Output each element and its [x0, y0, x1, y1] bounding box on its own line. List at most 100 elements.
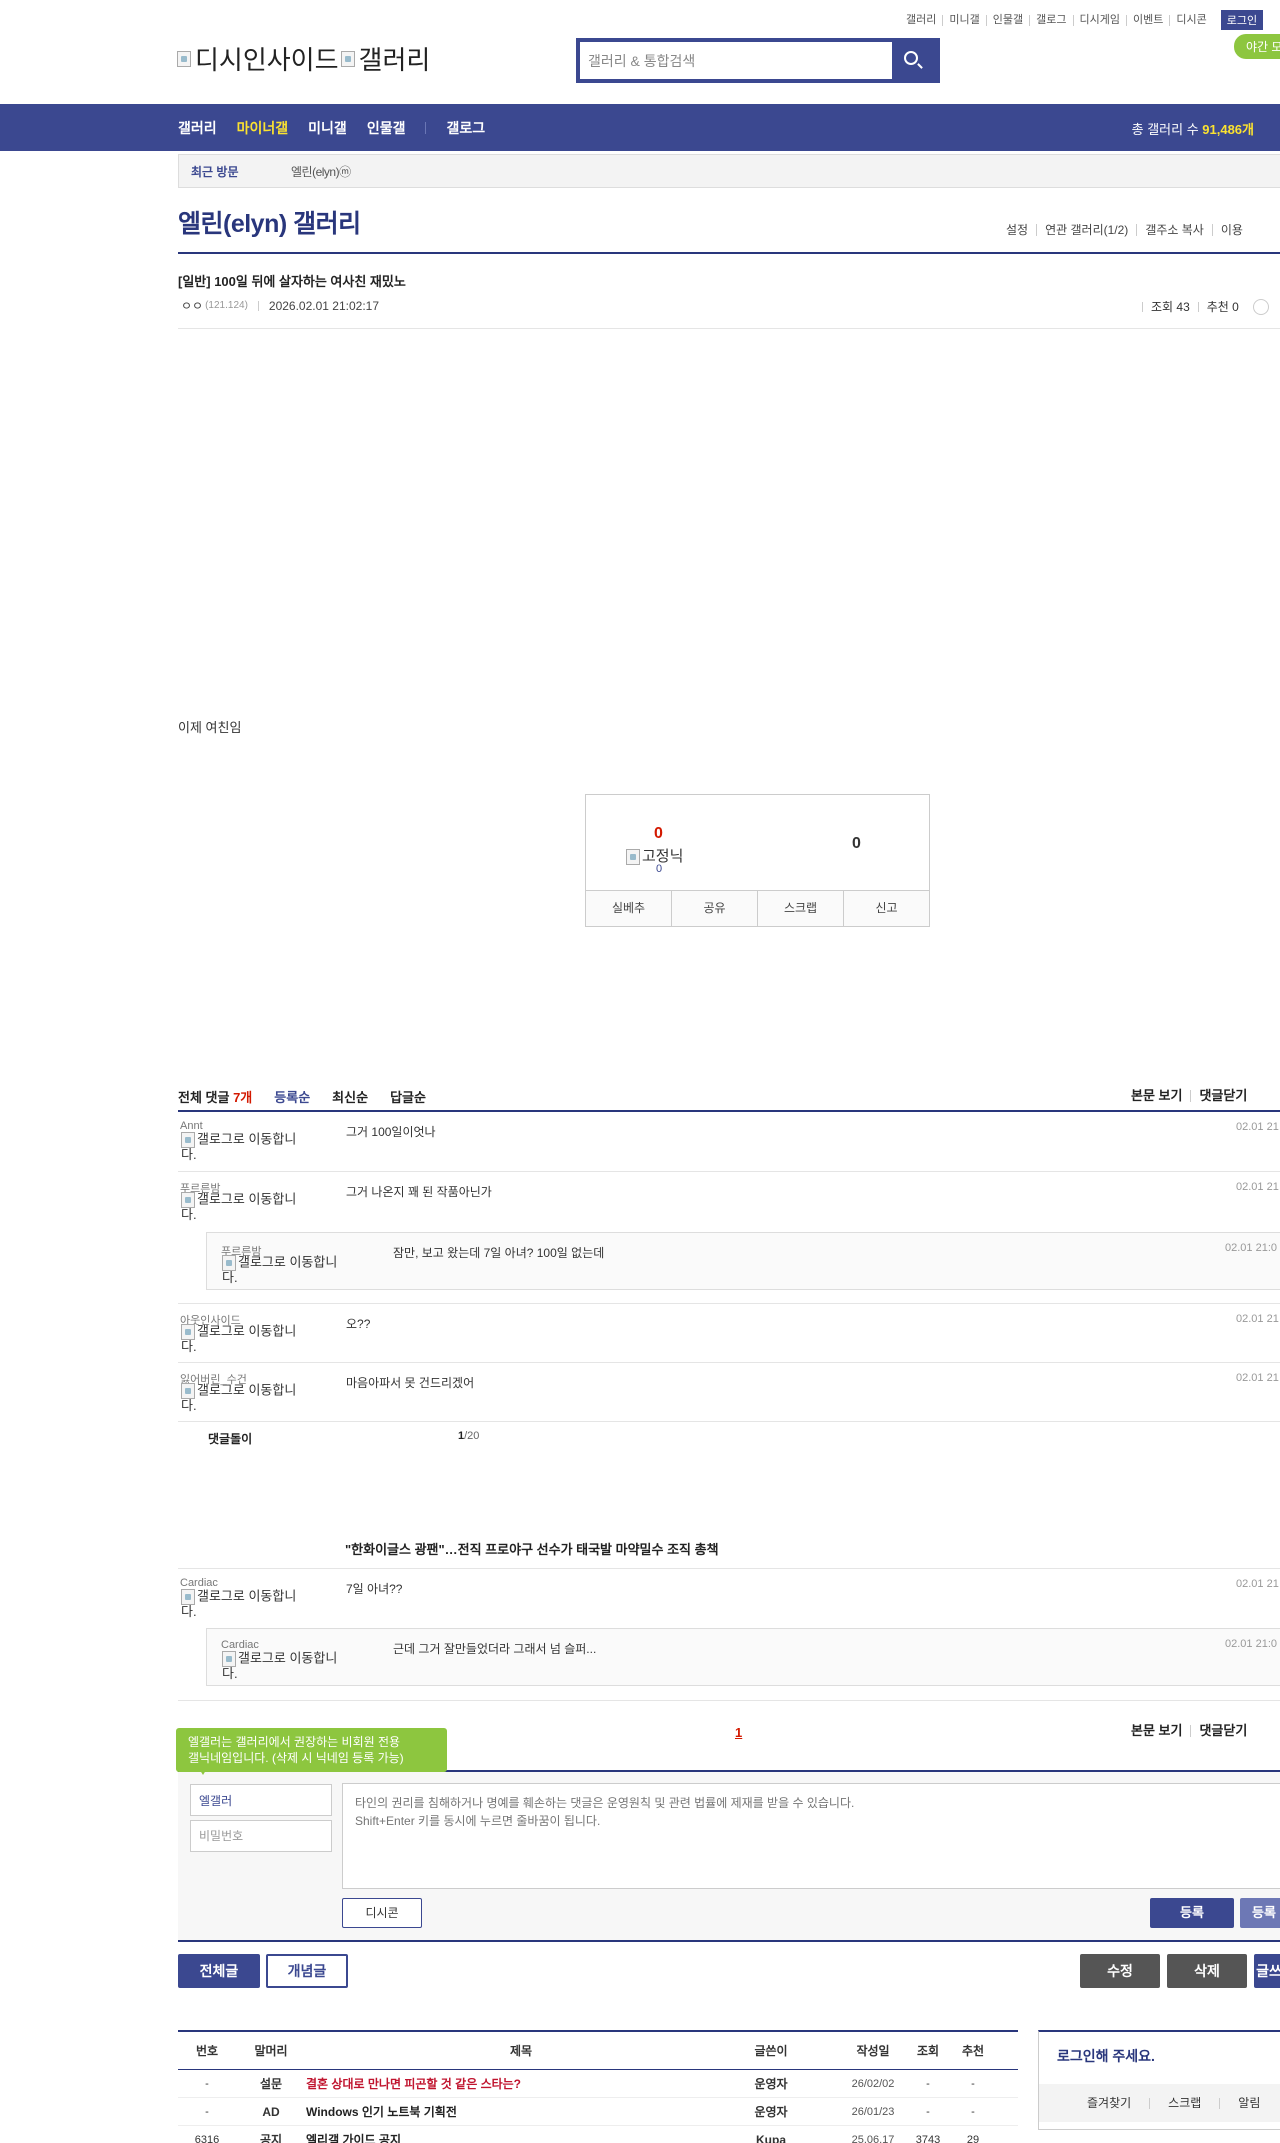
search-box: [576, 38, 940, 83]
nav-minor-gallery[interactable]: 마이너갤: [237, 118, 289, 138]
sort-latest[interactable]: 최신순: [332, 1087, 368, 1106]
usage-link[interactable]: 이용: [1211, 224, 1251, 236]
gallery-title-divider: [178, 252, 1280, 254]
top-link-dccon[interactable]: 디시콘: [1169, 14, 1212, 26]
comment-text: 그거 나온지 꽤 된 작품아닌가: [346, 1185, 492, 1199]
header-recommend: 추천: [961, 2044, 985, 2058]
site-logo[interactable]: 디시인사이드 갤러리: [177, 40, 430, 77]
concept-posts-button[interactable]: 개념글: [266, 1954, 348, 1988]
post-author[interactable]: ㅇㅇ: [181, 297, 203, 314]
dccon-button[interactable]: 디시콘: [342, 1898, 422, 1928]
register-with-image-button[interactable]: 등록: [1240, 1898, 1280, 1928]
comment-write-area: 디시콘 등록 등록: [178, 1772, 1280, 1942]
row-writer[interactable]: Kupa: [736, 2126, 806, 2143]
view-post-link[interactable]: 본문 보기: [1123, 1089, 1190, 1102]
top-link-dcgame[interactable]: 디시게임: [1072, 14, 1126, 26]
password-field[interactable]: [190, 1820, 332, 1852]
comment-nick[interactable]: Annt: [180, 1120, 203, 1132]
broken-image-icon: [222, 1651, 236, 1667]
delete-button[interactable]: 삭제: [1167, 1954, 1247, 1988]
row-title[interactable]: 결혼 상대로 만나면 피곤할 것 같은 스타는?: [306, 2070, 736, 2097]
post-body: 이제 여친임: [178, 720, 242, 735]
comment-page-current[interactable]: 1: [735, 1725, 742, 1740]
row-views: -: [926, 2077, 930, 2090]
recent-visit-item[interactable]: 엘린(elyn)ⓜ: [291, 163, 351, 180]
close-comments-link[interactable]: 댓글닫기: [1190, 1089, 1255, 1102]
row-writer[interactable]: 운영자: [736, 2070, 806, 2097]
gallog-link[interactable]: 갤로그로 이동합니다.: [181, 1192, 311, 1221]
post-author-ip: (121.124): [205, 300, 248, 311]
reply-nick[interactable]: Cardiac: [221, 1639, 259, 1651]
sort-registered[interactable]: 등록순: [274, 1087, 310, 1106]
total-gallery-count: 총 갤러리 수 91,486개: [1131, 122, 1254, 137]
reply-text: 잠만, 보고 왔는데 7일 아녀? 100일 없는데: [393, 1246, 605, 1260]
broken-image-icon: [340, 50, 355, 67]
sort-replies[interactable]: 답글순: [390, 1087, 426, 1106]
news-headline[interactable]: "한화이글스 광팬"…전직 프로야구 선수가 태국발 마약밀수 조직 총책: [345, 1539, 719, 1558]
table-row[interactable]: - AD Windows 인기 노트북 기획전 운영자 26/01/23 - -: [178, 2098, 1018, 2126]
nav-mini-gallery[interactable]: 미니갤: [308, 118, 347, 138]
row-subject: AD: [262, 2104, 280, 2119]
row-recommend: -: [971, 2105, 975, 2118]
nav-gallog[interactable]: 갤로그: [446, 118, 485, 138]
search-input[interactable]: [580, 42, 890, 79]
gallog-link[interactable]: 갤로그로 이동합니다.: [181, 1132, 311, 1161]
row-date: 25.06.17: [851, 2133, 895, 2143]
top-link-gallery[interactable]: 갤러리: [900, 14, 942, 26]
close-comments-link[interactable]: 댓글닫기: [1190, 1724, 1255, 1737]
comment-textarea[interactable]: [342, 1783, 1280, 1889]
gallog-link[interactable]: 갤로그로 이동합니다.: [181, 1324, 311, 1353]
gallog-link[interactable]: 갤로그로 이동합니다.: [222, 1651, 352, 1680]
night-mode-button[interactable]: 야간 모드: [1234, 34, 1280, 59]
gallog-link[interactable]: 갤로그로 이동합니다.: [222, 1255, 352, 1284]
row-writer[interactable]: 운영자: [736, 2098, 806, 2125]
fixed-nick-recommend[interactable]: 고정닉: [626, 845, 683, 866]
row-recommend: 29: [966, 2133, 980, 2143]
post-list-header: 번호 말머리 제목 글쓴이 작성일 조회 추천: [178, 2032, 1018, 2070]
row-views: -: [926, 2105, 930, 2118]
nav-gallery[interactable]: 갤러리: [178, 118, 217, 138]
logo-alt-gallery: 갤러리: [358, 45, 431, 75]
top-link-event[interactable]: 이벤트: [1125, 14, 1169, 26]
edit-button[interactable]: 수정: [1080, 1954, 1160, 1988]
report-button[interactable]: 신고: [843, 891, 929, 926]
scrap-button[interactable]: 스크랩: [757, 891, 843, 926]
comment-date: 02.01 21: [1236, 1181, 1279, 1193]
register-button[interactable]: 등록: [1150, 1898, 1234, 1928]
gallog-link[interactable]: 갤로그로 이동합니다.: [181, 1383, 311, 1412]
row-subject: 설문: [259, 2077, 283, 2091]
post-header-divider: [178, 328, 1280, 329]
gallog-link[interactable]: 갤로그로 이동합니다.: [181, 1589, 311, 1618]
top-link-person[interactable]: 인물갤: [985, 14, 1029, 26]
header-writer: 글쓴이: [754, 2044, 788, 2058]
row-number: 6316: [194, 2133, 220, 2143]
gallery-settings-link[interactable]: 설정: [998, 224, 1036, 236]
scrap-link[interactable]: 스크랩: [1149, 2097, 1219, 2109]
login-button[interactable]: 로그인: [1220, 10, 1264, 30]
row-title[interactable]: 엘리갤 가이드 공지: [306, 2126, 736, 2143]
row-title[interactable]: Windows 인기 노트북 기획전: [306, 2098, 736, 2125]
related-galleries-link[interactable]: 연관 갤러리(1/2): [1036, 224, 1136, 236]
copy-gallery-url-link[interactable]: 갤주소 복사: [1136, 224, 1212, 236]
top-link-mini[interactable]: 미니갤: [942, 14, 985, 26]
nickname-field[interactable]: [190, 1784, 332, 1816]
row-number: -: [205, 2105, 209, 2118]
comment-item: 잃어버린_수건 갤로그로 이동합니다. 마음아파서 못 건드리겠어 02.01 …: [178, 1363, 1280, 1422]
nav-person-gallery[interactable]: 인물갤: [367, 118, 406, 138]
comment-item: 아웃인사이드 갤로그로 이동합니다. 오?? 02.01 21: [178, 1304, 1280, 1363]
more-options-icon[interactable]: [1252, 298, 1269, 315]
write-button[interactable]: 글쓰기: [1254, 1954, 1280, 1988]
gallery-title[interactable]: 엘린(elyn) 갤러리: [178, 204, 361, 240]
share-button[interactable]: 공유: [671, 891, 757, 926]
top-link-gallog[interactable]: 갤로그: [1029, 14, 1072, 26]
table-row[interactable]: - 설문 결혼 상대로 만나면 피곤할 것 같은 스타는? 운영자 26/02/…: [178, 2070, 1018, 2098]
comment-nick[interactable]: Cardiac: [180, 1577, 218, 1589]
table-row[interactable]: 6316 공지 엘리갤 가이드 공지 Kupa 25.06.17 3743 29: [178, 2126, 1018, 2143]
view-post-link[interactable]: 본문 보기: [1123, 1724, 1190, 1737]
search-button[interactable]: [892, 42, 936, 79]
all-posts-button[interactable]: 전체글: [178, 1954, 260, 1988]
real-best-button[interactable]: 실베추: [586, 891, 671, 926]
favorites-link[interactable]: 즐겨찾기: [1087, 2097, 1149, 2109]
login-prompt[interactable]: 로그인해 주세요.: [1057, 2046, 1155, 2066]
notification-link[interactable]: 알림: [1219, 2097, 1278, 2109]
